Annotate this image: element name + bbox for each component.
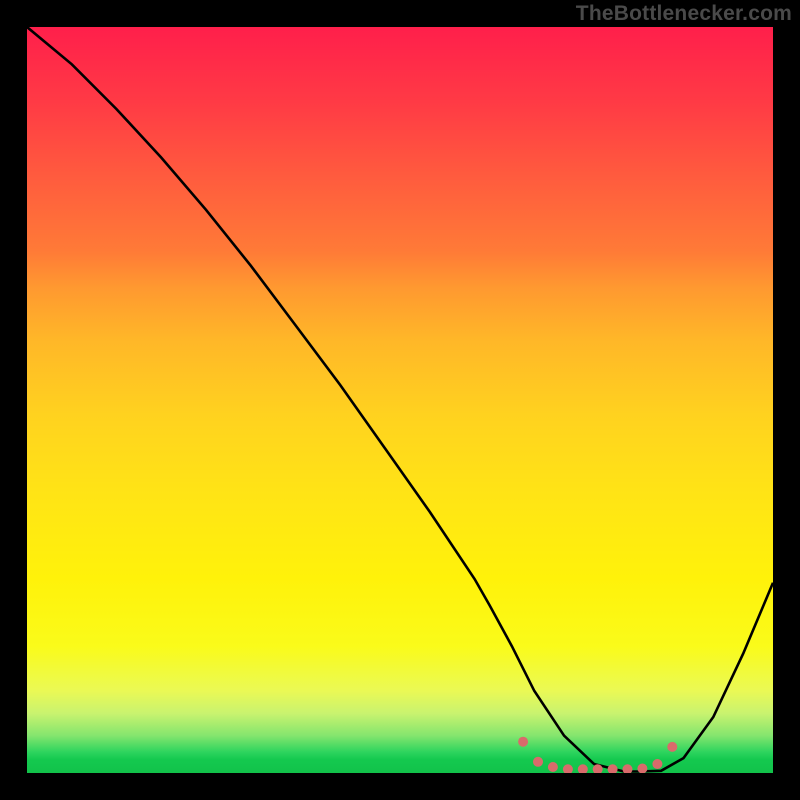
scatter-point bbox=[563, 764, 573, 773]
scatter-point bbox=[548, 762, 558, 772]
scatter-point bbox=[578, 764, 588, 773]
plot-area bbox=[27, 27, 773, 773]
scatter-point bbox=[667, 742, 677, 752]
scatter-points bbox=[518, 737, 677, 773]
scatter-point bbox=[518, 737, 528, 747]
scatter-point bbox=[652, 759, 662, 769]
scatter-point bbox=[637, 764, 647, 774]
bottleneck-curve bbox=[27, 27, 773, 772]
watermark-text: TheBottlenecker.com bbox=[576, 2, 792, 26]
scatter-point bbox=[533, 757, 543, 767]
scatter-point bbox=[623, 764, 633, 773]
scatter-point bbox=[608, 764, 618, 773]
chart-overlay bbox=[27, 27, 773, 773]
chart-frame: TheBottlenecker.com bbox=[0, 0, 800, 800]
